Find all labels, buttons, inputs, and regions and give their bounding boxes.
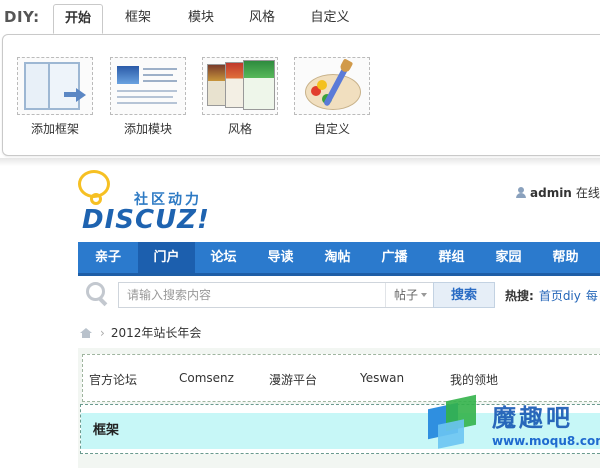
site-logo[interactable]: 社区动力 DISCUZ! xyxy=(78,170,228,240)
breadcrumb-current[interactable]: 2012年站长年会 xyxy=(111,326,202,340)
add-frame-tool[interactable]: 添加框架 xyxy=(17,57,93,137)
add-module-label: 添加模块 xyxy=(123,122,172,136)
hot-searches: 热搜: 首页diy 每日 xyxy=(505,287,600,304)
diy-tab-frame[interactable]: 框架 xyxy=(112,4,164,34)
custom-label: 自定义 xyxy=(313,122,350,136)
user-icon xyxy=(516,187,526,198)
user-name[interactable]: admin xyxy=(530,186,572,200)
nav-item-home[interactable]: 家园 xyxy=(480,242,537,273)
diy-tab-style[interactable]: 风格 xyxy=(236,4,288,34)
link-item[interactable]: 我的领地 xyxy=(450,371,498,388)
nav-item-groups[interactable]: 群组 xyxy=(423,242,480,273)
watermark-logo: 魔趣吧 www.moqu8.com xyxy=(424,388,600,458)
style-icon xyxy=(202,57,278,115)
search-button[interactable]: 搜索 xyxy=(433,282,495,308)
nav-item-parenting[interactable]: 亲子 xyxy=(78,242,138,273)
link-item[interactable]: Yeswan xyxy=(360,371,404,385)
main-nav: 亲子 门户 论坛 导读 淘帖 广播 群组 家园 帮助 xyxy=(78,242,600,276)
search-box: 帖子 xyxy=(118,282,436,308)
diy-label: DIY: xyxy=(4,8,40,26)
nav-item-guide[interactable]: 导读 xyxy=(252,242,309,273)
logo-bubble-tail xyxy=(90,193,102,205)
hot-link[interactable]: 每日 xyxy=(586,289,600,303)
link-item[interactable]: 官方论坛 xyxy=(89,371,137,388)
chevron-down-icon xyxy=(421,293,427,297)
add-module-icon xyxy=(110,57,186,115)
hot-link[interactable]: 首页diy xyxy=(539,289,581,303)
diy-tab-module[interactable]: 模块 xyxy=(175,4,227,34)
search-type-label: 帖子 xyxy=(393,288,418,302)
diy-tab-custom[interactable]: 自定义 xyxy=(300,4,360,34)
nav-item-collection[interactable]: 淘帖 xyxy=(309,242,366,273)
divider xyxy=(0,158,600,166)
diy-tab-start[interactable]: 开始 xyxy=(53,4,103,34)
link-item[interactable]: Comsenz xyxy=(179,371,234,385)
nav-item-help[interactable]: 帮助 xyxy=(537,242,594,273)
palette-icon xyxy=(294,57,370,115)
chevron-right-icon: › xyxy=(100,326,105,340)
nav-item-broadcast[interactable]: 广播 xyxy=(366,242,423,273)
add-module-tool[interactable]: 添加模块 xyxy=(110,57,186,137)
diy-panel: 添加框架 添加模块 风格 自定义 xyxy=(2,34,600,156)
breadcrumb: › 2012年站长年会 xyxy=(80,324,201,341)
nav-item-forum[interactable]: 论坛 xyxy=(195,242,252,273)
search-input[interactable] xyxy=(119,283,401,307)
home-icon[interactable] xyxy=(80,328,92,338)
link-item[interactable]: 漫游平台 xyxy=(269,371,317,388)
style-label: 风格 xyxy=(227,122,252,136)
watermark-text: 魔趣吧 xyxy=(492,404,573,432)
style-tool[interactable]: 风格 xyxy=(202,57,278,137)
add-frame-icon xyxy=(17,57,93,115)
search-icon xyxy=(86,282,108,307)
diy-toolbar: DIY: 开始 框架 模块 风格 自定义 添加框架 添加模块 风格 自定义 xyxy=(0,0,600,160)
watermark-url: www.moqu8.com xyxy=(492,434,600,448)
user-status: 在线 xyxy=(575,186,600,200)
hot-label: 热搜: xyxy=(505,289,534,303)
logo-text: DISCUZ! xyxy=(82,205,210,235)
nav-item-portal[interactable]: 门户 xyxy=(138,242,195,273)
search-type-select[interactable]: 帖子 xyxy=(385,283,435,307)
add-frame-label: 添加框架 xyxy=(30,122,79,136)
user-area: admin 在线 xyxy=(516,184,600,201)
custom-tool[interactable]: 自定义 xyxy=(294,57,370,137)
